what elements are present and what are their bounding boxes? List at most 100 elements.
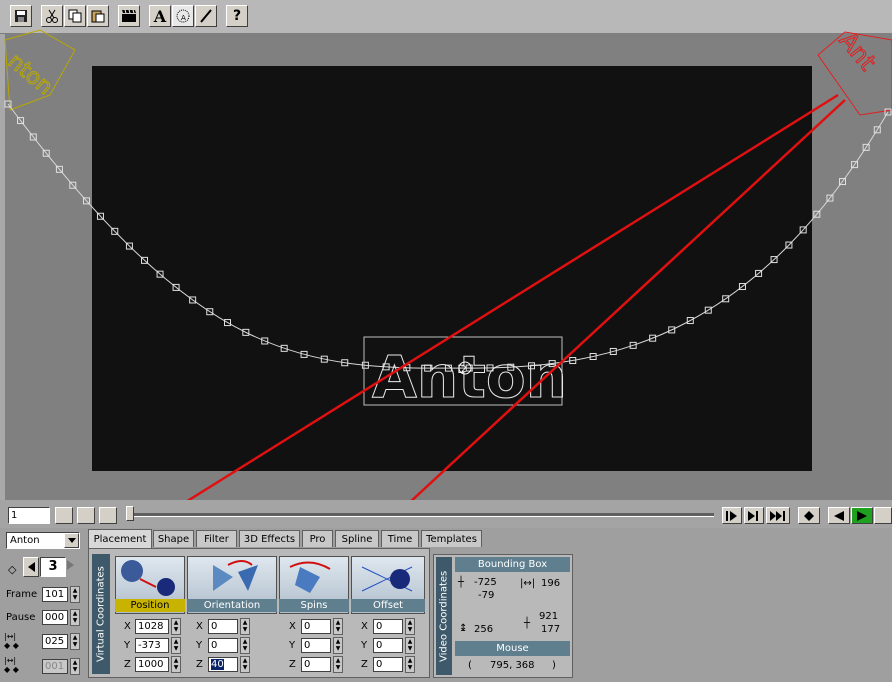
ease-in-field[interactable]: 025 — [42, 634, 68, 649]
spins-z-field[interactable]: 0 — [301, 657, 331, 672]
pause-spinner[interactable]: ▲ ▼ — [70, 609, 80, 626]
orientation-z-label: Z — [196, 659, 203, 670]
orientation-x-spinner[interactable]: ▲ ▼ — [240, 618, 250, 635]
bbox-top-left-y: -79 — [478, 590, 495, 601]
ease-out-spinner[interactable]: ▲ ▼ — [70, 658, 80, 675]
offset-z-spinner[interactable]: ▲ ▼ — [405, 656, 415, 673]
orientation-z-field[interactable]: 40 — [208, 657, 238, 672]
pause-field[interactable]: 000 — [42, 610, 68, 625]
offset-z-label: Z — [361, 659, 368, 670]
bounding-box-header: Bounding Box — [455, 557, 570, 572]
orientation-y-field[interactable]: 0 — [208, 638, 238, 653]
tab-spline[interactable]: Spline — [335, 530, 379, 547]
bbox-top-left-icon: ┼ — [458, 577, 465, 588]
first-frame-button[interactable] — [55, 507, 73, 524]
offset-z-field[interactable]: 0 — [373, 657, 403, 672]
last-frame-button[interactable] — [766, 507, 790, 524]
frame-field[interactable]: 101 — [42, 587, 68, 602]
spins-tile-label: Spins — [279, 599, 349, 612]
next-frame-button[interactable] — [722, 507, 742, 524]
prev-key-button[interactable] — [77, 507, 95, 524]
keyframe-number[interactable]: 3 — [40, 557, 66, 577]
offset-x-spinner[interactable]: ▲ ▼ — [405, 618, 415, 635]
mouse-header: Mouse — [455, 641, 570, 656]
spins-z-spinner[interactable]: ▲ ▼ — [333, 656, 343, 673]
motion-spline — [7, 103, 889, 369]
position-x-field[interactable]: 1028 — [135, 619, 169, 634]
position-y-spinner[interactable]: ▲ ▼ — [171, 637, 181, 654]
spins-x-spinner[interactable]: ▲ ▼ — [333, 618, 343, 635]
play-button[interactable] — [851, 507, 873, 524]
current-frame-field[interactable]: 1 — [8, 507, 50, 524]
position-y-field[interactable]: -373 — [135, 638, 169, 653]
tab-placement[interactable]: Placement — [88, 529, 152, 548]
position-x-label: X — [124, 621, 131, 632]
tab-shape[interactable]: Shape — [153, 530, 194, 547]
orientation-z-spinner[interactable]: ▲ ▼ — [240, 656, 250, 673]
start-object-outline: nton — [2, 29, 76, 111]
object-select-value: Anton — [10, 535, 40, 546]
keyframe-diamond-icon: ◇ — [8, 563, 17, 576]
position-z-spinner[interactable]: ▲ ▼ — [171, 656, 181, 673]
position-z-field[interactable]: 1000 — [135, 657, 169, 672]
position-z-label: Z — [124, 659, 131, 670]
loop-button[interactable] — [874, 507, 892, 524]
offset-y-spinner[interactable]: ▲ ▼ — [405, 637, 415, 654]
spline-keyframes[interactable] — [4, 100, 892, 372]
motion-path-canvas[interactable]: nton Ant Anton 2 — [0, 0, 892, 500]
virtual-coordinates-label: Virtual Coordinates — [92, 554, 110, 674]
orientation-tile-label: Orientation — [187, 599, 277, 612]
tab-filter[interactable]: Filter — [196, 530, 237, 547]
spins-y-spinner[interactable]: ▲ ▼ — [333, 637, 343, 654]
width-icon: |↔| — [520, 578, 536, 589]
next-keyframe-button[interactable] — [67, 560, 74, 573]
bbox-bottom-right-x: 921 — [539, 611, 559, 622]
timeline-track[interactable] — [128, 513, 714, 517]
frame-label: Frame — [6, 589, 38, 600]
offset-y-field[interactable]: 0 — [373, 638, 403, 653]
offset-x-field[interactable]: 0 — [373, 619, 403, 634]
spins-y-field[interactable]: 0 — [301, 638, 331, 653]
chevron-down-icon[interactable] — [64, 533, 79, 548]
ease-in-spinner[interactable]: ▲ ▼ — [70, 633, 80, 650]
frame-spinner[interactable]: ▲ ▼ — [70, 586, 80, 603]
spins-z-label: Z — [289, 659, 296, 670]
center-marker: 2 — [461, 365, 467, 375]
bbox-bottom-right-icon: ┼ — [524, 618, 531, 629]
next-key-button[interactable] — [744, 507, 764, 524]
bbox-bottom-right-y: 177 — [541, 624, 561, 635]
offset-x-label: X — [361, 621, 368, 632]
spins-x-field[interactable]: 0 — [301, 619, 331, 634]
add-keyframe-button[interactable] — [798, 507, 820, 524]
position-tile-label: Position — [115, 599, 185, 612]
tab-templates[interactable]: Templates — [421, 530, 482, 547]
offset-tile-label: Offset — [351, 599, 425, 612]
prev-keyframe-button[interactable] — [23, 557, 39, 577]
orientation-y-label: Y — [196, 640, 203, 651]
offset-y-label: Y — [361, 640, 368, 651]
orientation-y-spinner[interactable]: ▲ ▼ — [240, 637, 250, 654]
mouse-position: 795, 368 — [490, 660, 535, 671]
orientation-x-field[interactable]: 0 — [208, 619, 238, 634]
position-x-spinner[interactable]: ▲ ▼ — [171, 618, 181, 635]
mouse-paren-right: ) — [552, 660, 556, 671]
svg-text:Ant: Ant — [834, 26, 882, 75]
timeline-thumb[interactable] — [126, 506, 134, 521]
timeline-bar: 1 — [0, 500, 892, 528]
ease-out-field[interactable]: 001 — [42, 659, 68, 674]
prev-frame-button[interactable] — [99, 507, 117, 524]
ease-in-icon: |↔| ◆ ◆ — [4, 632, 19, 650]
position-y-label: Y — [124, 640, 131, 651]
video-coordinates-label: Video Coordinates — [436, 557, 452, 675]
play-reverse-button[interactable] — [828, 507, 850, 524]
tab-3d-effects[interactable]: 3D Effects — [239, 530, 300, 547]
spins-y-label: Y — [289, 640, 296, 651]
svg-text:nton: nton — [3, 49, 57, 100]
bbox-width: 196 — [541, 578, 561, 589]
tab-time[interactable]: Time — [381, 530, 419, 547]
pause-label: Pause — [6, 612, 36, 623]
ease-out-icon: |↔| ◆ ◆ — [4, 656, 19, 674]
text-object: Anton — [372, 343, 567, 411]
bbox-top-left-x: -725 — [474, 577, 497, 588]
tab-pro[interactable]: Pro — [302, 530, 333, 547]
